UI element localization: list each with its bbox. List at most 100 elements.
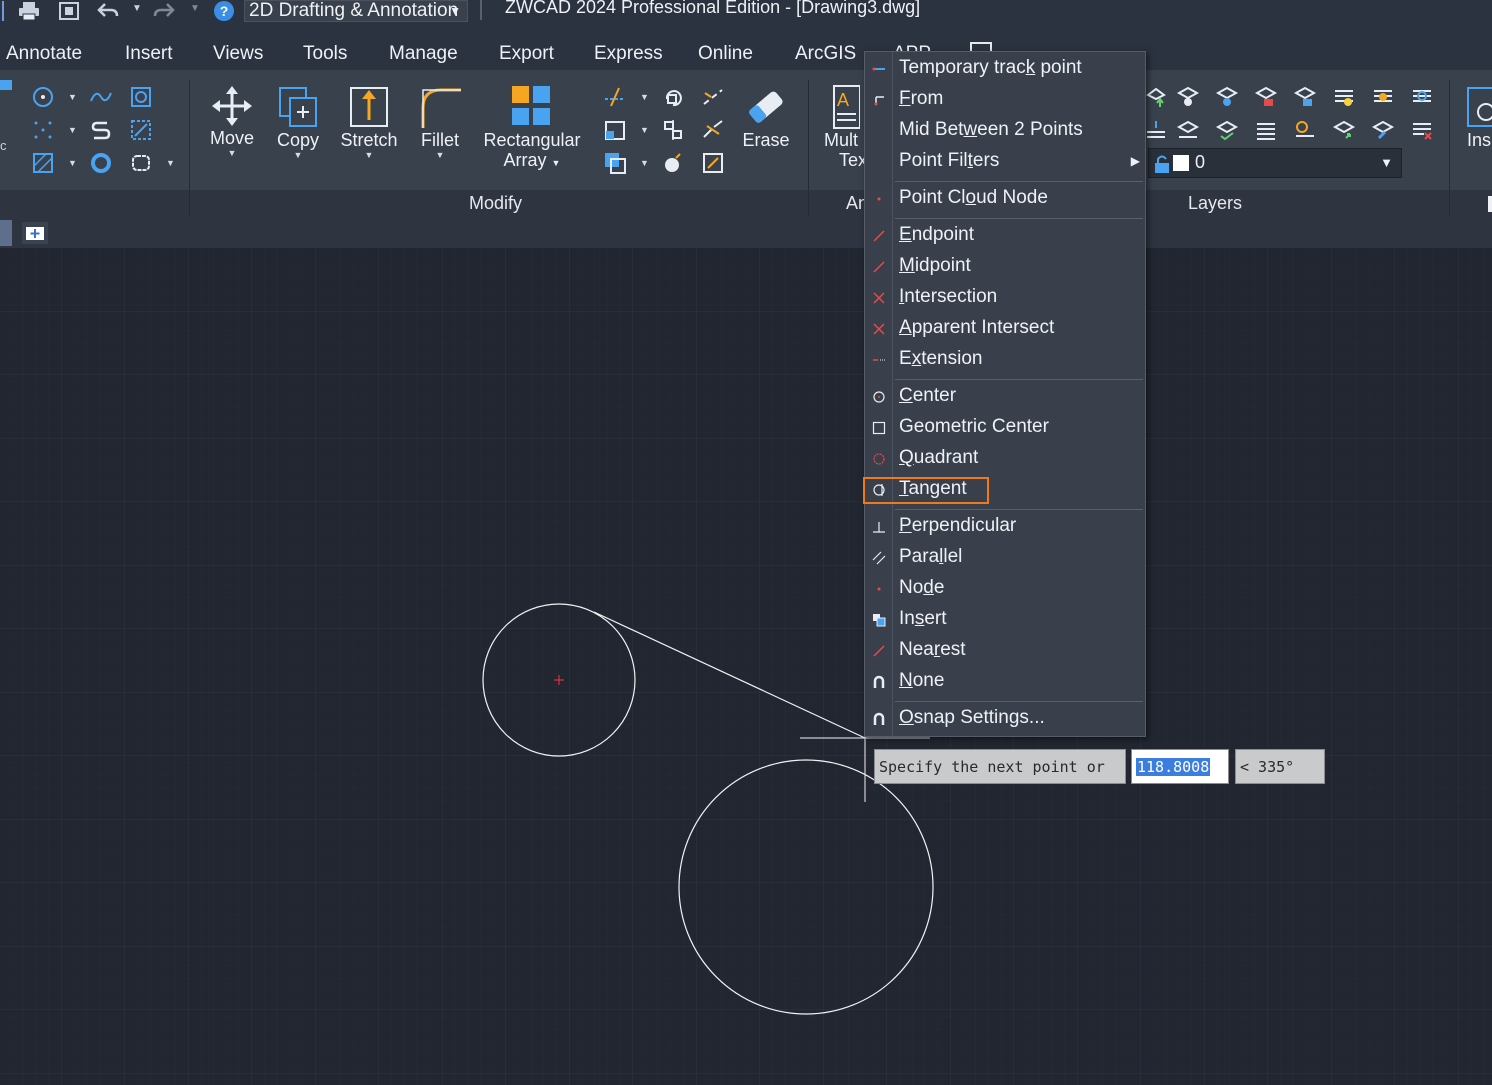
layer-isolate-icon[interactable] bbox=[1409, 84, 1435, 110]
layer-dropdown[interactable]: 0 ▼ bbox=[1148, 148, 1402, 178]
layer-unlock-icon[interactable] bbox=[1292, 84, 1318, 110]
menu-item-parallel[interactable]: Parallel bbox=[865, 543, 1145, 574]
donut-icon[interactable] bbox=[88, 150, 114, 176]
wipeout-icon[interactable] bbox=[128, 117, 154, 143]
mirror-icon[interactable] bbox=[660, 117, 686, 143]
layer-state-icon[interactable] bbox=[1143, 84, 1169, 110]
point-dropdown-icon[interactable]: ▼ bbox=[68, 125, 77, 135]
join-icon[interactable] bbox=[700, 117, 726, 143]
hatch-icon[interactable] bbox=[30, 150, 56, 176]
insert-block-button[interactable]: Ins bbox=[1462, 84, 1492, 150]
region-icon[interactable] bbox=[128, 84, 154, 110]
offset-dropdown-icon[interactable]: ▼ bbox=[640, 158, 649, 168]
copy-button[interactable]: Copy ▼ bbox=[270, 84, 326, 160]
layer-off-icon[interactable] bbox=[1175, 84, 1201, 110]
spline-icon[interactable] bbox=[88, 84, 114, 110]
layer-merge-icon[interactable] bbox=[1143, 117, 1169, 143]
menu-online[interactable]: Online bbox=[698, 43, 753, 65]
layer-freeze-icon[interactable] bbox=[1214, 84, 1240, 110]
menu-item-nearest[interactable]: Nearest bbox=[865, 636, 1145, 667]
menu-item-label: Apparent Intersect bbox=[899, 317, 1055, 338]
polyline-icon[interactable] bbox=[88, 117, 114, 143]
undo-dropdown-icon[interactable]: ▼ bbox=[132, 3, 142, 14]
fillet-button[interactable]: Fillet ▼ bbox=[412, 84, 468, 160]
layer-delete-icon[interactable] bbox=[1409, 117, 1435, 143]
layer-previous-icon[interactable] bbox=[1175, 117, 1201, 143]
line-icon[interactable] bbox=[0, 80, 12, 90]
redo-icon[interactable] bbox=[152, 0, 176, 22]
help-icon[interactable]: ? bbox=[212, 0, 236, 22]
stretch-button[interactable]: Stretch ▼ bbox=[336, 84, 402, 160]
revcloud-icon[interactable] bbox=[128, 150, 154, 176]
layer-walk-icon[interactable] bbox=[1253, 117, 1279, 143]
circle-icon[interactable] bbox=[30, 84, 56, 110]
menu-insert[interactable]: Insert bbox=[125, 43, 173, 65]
multiline-text-button[interactable]: A Mult Tex bbox=[820, 84, 864, 170]
chamfer-icon[interactable] bbox=[700, 150, 726, 176]
circle-dropdown-icon[interactable]: ▼ bbox=[68, 92, 77, 102]
layer-change-icon[interactable] bbox=[1370, 117, 1396, 143]
scale-dropdown-icon[interactable]: ▼ bbox=[640, 125, 649, 135]
undo-icon[interactable] bbox=[96, 0, 120, 22]
fillet-label: Fillet bbox=[420, 130, 459, 150]
layer-copy-icon[interactable] bbox=[1331, 117, 1357, 143]
menu-item-from[interactable]: From bbox=[865, 85, 1145, 116]
menu-views[interactable]: Views bbox=[213, 43, 263, 65]
break-icon[interactable] bbox=[700, 84, 726, 110]
menu-manage[interactable]: Manage bbox=[389, 43, 458, 65]
scale-icon[interactable] bbox=[602, 117, 628, 143]
menu-item-mid-between-2-points[interactable]: Mid Between 2 Points bbox=[865, 116, 1145, 147]
menu-item-label: Center bbox=[899, 385, 957, 406]
menu-item-point-cloud-node[interactable]: Point Cloud Node bbox=[865, 184, 1145, 215]
new-tab-button[interactable] bbox=[22, 222, 48, 244]
menu-annotate[interactable]: Annotate bbox=[6, 43, 82, 65]
menu-separator bbox=[895, 218, 1143, 219]
menu-tools[interactable]: Tools bbox=[303, 43, 347, 65]
menu-item-point-filters[interactable]: Point Filters ▶ bbox=[865, 147, 1145, 178]
dynamic-input-length-field[interactable]: 118.8008 bbox=[1131, 749, 1229, 784]
menu-item-quadrant[interactable]: Quadrant bbox=[865, 444, 1145, 475]
erase-button[interactable]: Erase bbox=[738, 84, 794, 150]
menu-separator bbox=[895, 701, 1143, 702]
layer-match-icon[interactable] bbox=[1214, 117, 1240, 143]
dynamic-input-angle-field[interactable]: < 335° bbox=[1235, 749, 1325, 784]
menu-item-midpoint[interactable]: Midpoint bbox=[865, 252, 1145, 283]
offset-icon[interactable] bbox=[602, 150, 628, 176]
menu-arcgis[interactable]: ArcGIS bbox=[795, 43, 856, 65]
explode-icon[interactable] bbox=[660, 150, 686, 176]
menu-item-apparent-intersect[interactable]: Apparent Intersect bbox=[865, 314, 1145, 345]
redo-dropdown-icon[interactable]: ▼ bbox=[190, 3, 200, 14]
panel-separator bbox=[189, 80, 190, 216]
menu-item-center[interactable]: Center bbox=[865, 382, 1145, 413]
trim-icon[interactable] bbox=[602, 84, 628, 110]
window-title: ZWCAD 2024 Professional Edition - [Drawi… bbox=[505, 0, 921, 17]
menu-item-perpendicular[interactable]: Perpendicular bbox=[865, 512, 1145, 543]
move-button[interactable]: Move ▼ bbox=[204, 84, 260, 158]
menu-express[interactable]: Express bbox=[594, 43, 663, 65]
rotate-icon[interactable] bbox=[660, 84, 686, 110]
revcloud-dropdown-icon[interactable]: ▼ bbox=[166, 158, 175, 168]
print-icon[interactable] bbox=[16, 0, 42, 22]
layer-on-icon[interactable] bbox=[1331, 84, 1357, 110]
workspace-dropdown[interactable]: 2D Drafting & Annotation ▼ bbox=[244, 0, 468, 22]
menu-item-node[interactable]: Node bbox=[865, 574, 1145, 605]
menu-item-temporary-track-point[interactable]: Temporary track point bbox=[865, 54, 1145, 85]
menu-item-osnap-settings[interactable]: Osnap Settings... bbox=[865, 704, 1145, 735]
drawing-canvas[interactable] bbox=[0, 248, 1492, 1085]
point-icon[interactable] bbox=[30, 117, 56, 143]
hatch-dropdown-icon[interactable]: ▼ bbox=[68, 158, 77, 168]
rectangular-array-button[interactable]: Rectangular Array ▼ bbox=[478, 84, 586, 173]
menu-item-geometric-center[interactable]: Geometric Center bbox=[865, 413, 1145, 444]
menu-item-intersection[interactable]: Intersection bbox=[865, 283, 1145, 314]
plot-preview-icon[interactable] bbox=[56, 0, 82, 22]
menu-item-extension[interactable]: Extension bbox=[865, 345, 1145, 376]
menu-export[interactable]: Export bbox=[499, 43, 554, 65]
layer-thaw-icon[interactable] bbox=[1370, 84, 1396, 110]
trim-dropdown-icon[interactable]: ▼ bbox=[640, 92, 649, 102]
layer-lock-icon[interactable] bbox=[1253, 84, 1279, 110]
layer-settings-icon[interactable] bbox=[1292, 117, 1318, 143]
drawing-tab[interactable] bbox=[0, 220, 12, 246]
menu-item-endpoint[interactable]: Endpoint bbox=[865, 221, 1145, 252]
menu-item-insert[interactable]: Insert bbox=[865, 605, 1145, 636]
menu-item-none[interactable]: None bbox=[865, 667, 1145, 698]
